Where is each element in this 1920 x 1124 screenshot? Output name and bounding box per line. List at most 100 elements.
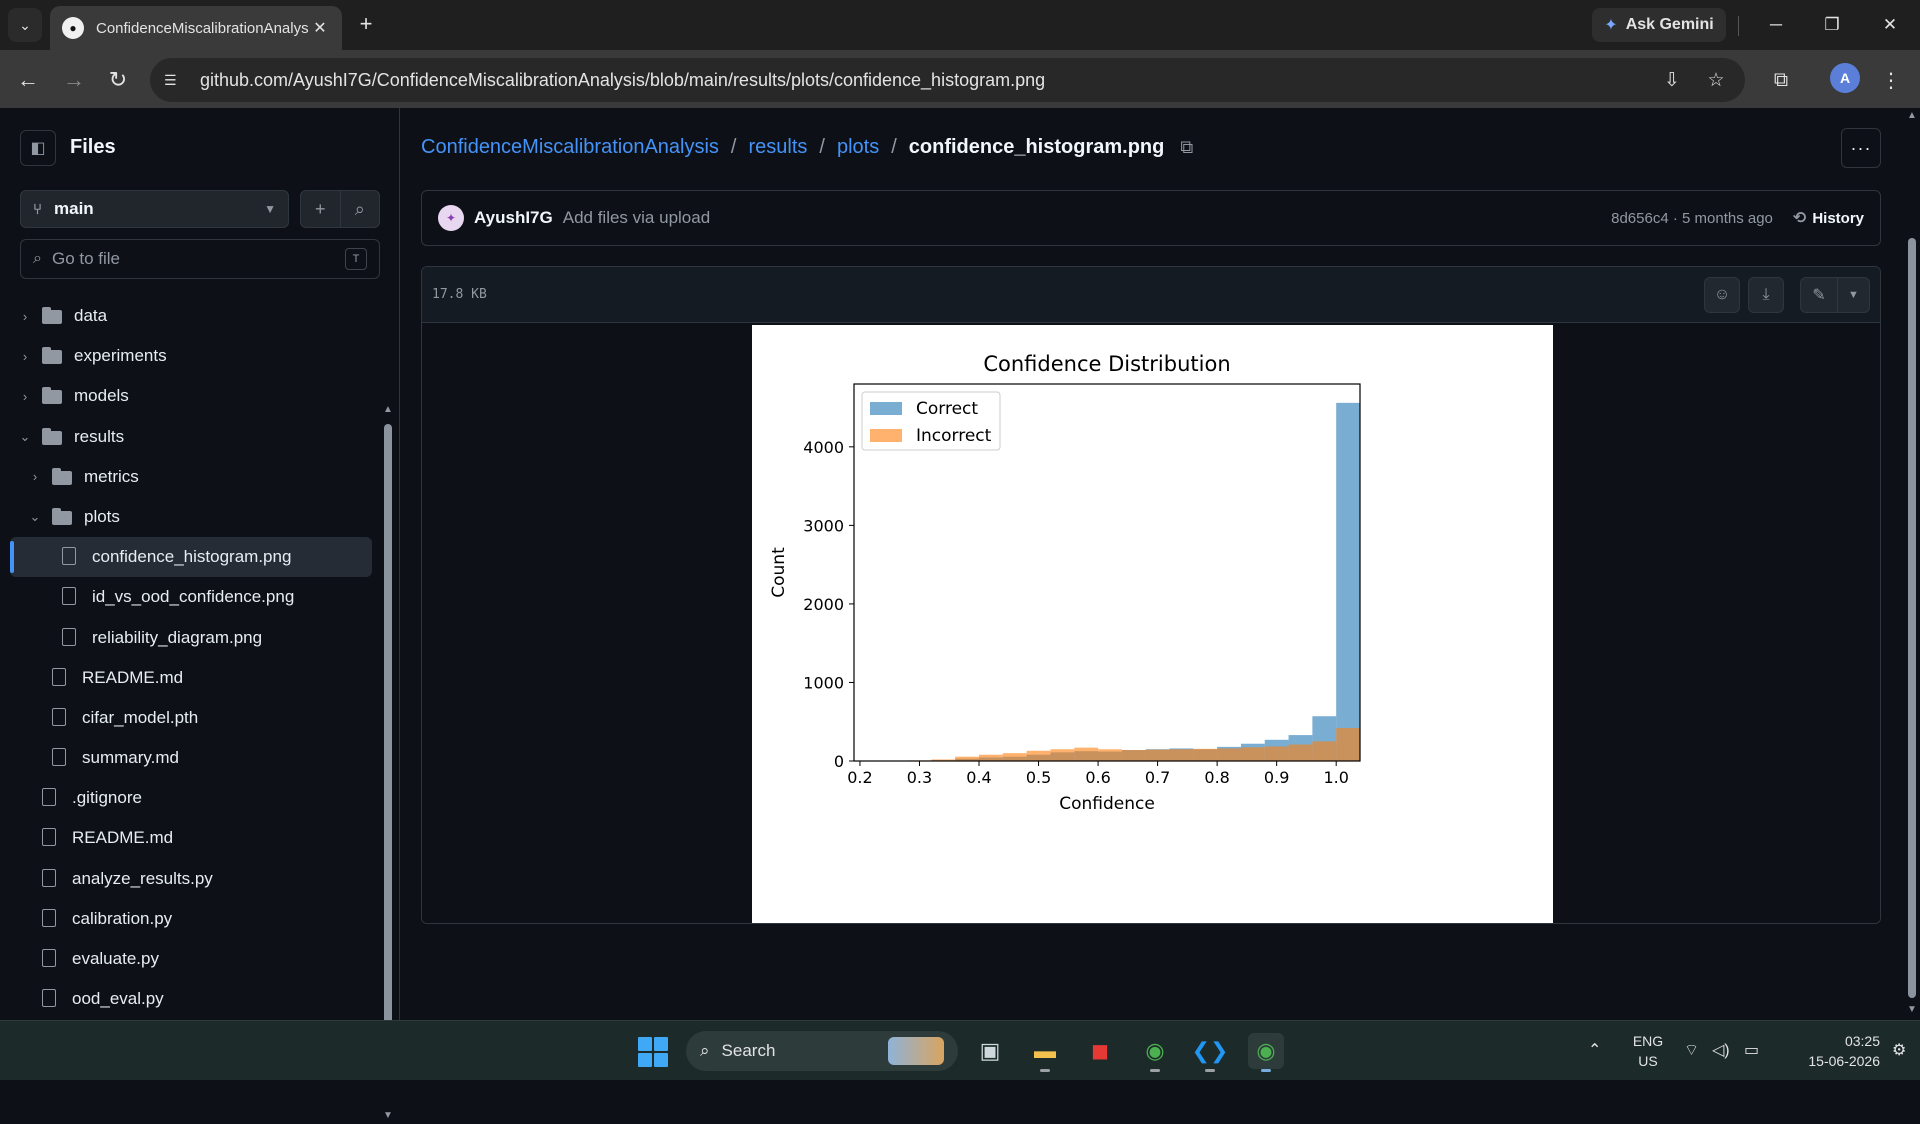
scroll-up-icon[interactable]: ▲ bbox=[1907, 110, 1917, 121]
address-bar[interactable]: ☰ github.com/AyushI7G/ConfidenceMiscalib… bbox=[150, 58, 1745, 102]
search-files-button[interactable]: ⌕ bbox=[340, 191, 380, 227]
download-button[interactable]: ⤓ bbox=[1748, 277, 1784, 313]
clock[interactable]: 03:25 15-06-2026 bbox=[1780, 1031, 1880, 1071]
chevron-up-icon[interactable]: ⌃ bbox=[1588, 1040, 1601, 1060]
tree-folder-item[interactable]: ›data bbox=[10, 296, 372, 336]
chrome-active-icon[interactable]: ◉ bbox=[1248, 1033, 1284, 1069]
copilot-button[interactable]: ☺ bbox=[1704, 277, 1740, 313]
vscode-icon[interactable]: ❮❯ bbox=[1192, 1033, 1228, 1069]
windows-start-button[interactable] bbox=[638, 1037, 668, 1067]
chevron-right-icon[interactable]: › bbox=[18, 389, 32, 404]
tree-file-item[interactable]: README.md bbox=[10, 818, 372, 858]
forward-button[interactable]: → bbox=[58, 64, 90, 96]
go-to-file-placeholder: Go to file bbox=[52, 249, 345, 269]
close-icon[interactable]: ✕ bbox=[310, 18, 330, 38]
volume-icon[interactable]: ◁) bbox=[1712, 1040, 1730, 1060]
tree-folder-item[interactable]: ›models bbox=[10, 376, 372, 416]
sidebar-toggle-button[interactable]: ◧ bbox=[20, 130, 56, 166]
commit-message[interactable]: Add files via upload bbox=[563, 208, 1611, 228]
chart-title: Confidence Distribution bbox=[983, 352, 1230, 376]
tree-folder-item[interactable]: ›experiments bbox=[10, 336, 372, 376]
copy-path-icon[interactable]: ⧉ bbox=[1180, 137, 1193, 158]
chevron-right-icon[interactable]: › bbox=[18, 309, 32, 324]
tree-file-item[interactable]: ood_eval.py bbox=[10, 979, 372, 1019]
add-file-button[interactable]: + bbox=[301, 191, 340, 227]
x-tick-label: 0.4 bbox=[966, 768, 991, 787]
tree-file-item[interactable]: analyze_results.py bbox=[10, 859, 372, 899]
task-view-icon[interactable]: ▣ bbox=[972, 1033, 1008, 1069]
browser-tab[interactable]: ● ConfidenceMiscalibrationAnalys ✕ bbox=[50, 6, 342, 50]
extensions-icon[interactable]: ⧉ bbox=[1764, 64, 1798, 96]
tree-file-item[interactable]: README.md bbox=[10, 658, 372, 698]
tree-file-item[interactable]: summary.md bbox=[10, 738, 372, 778]
legend-label: Incorrect bbox=[916, 426, 992, 446]
author-avatar[interactable]: ✦ bbox=[438, 205, 464, 231]
histogram-bar-incorrect bbox=[1217, 748, 1241, 761]
battery-icon[interactable]: ▭ bbox=[1744, 1040, 1759, 1060]
chevron-right-icon[interactable]: › bbox=[18, 349, 32, 364]
profile-avatar[interactable]: A bbox=[1830, 63, 1860, 93]
taskbar-search[interactable]: ⌕ Search bbox=[686, 1031, 958, 1071]
close-window-button[interactable]: ✕ bbox=[1872, 10, 1908, 40]
commit-meta[interactable]: 8d656c4 · 5 months ago bbox=[1611, 210, 1773, 227]
restore-button[interactable]: ❐ bbox=[1814, 10, 1850, 40]
tab-title: ConfidenceMiscalibrationAnalys bbox=[96, 20, 310, 37]
page-scrollbar[interactable]: ▲ ▼ bbox=[1904, 108, 1920, 1020]
edit-button[interactable]: ✎ bbox=[1801, 278, 1837, 312]
chrome-icon[interactable]: ◉ bbox=[1137, 1033, 1173, 1069]
tree-file-item[interactable]: id_vs_ood_confidence.png bbox=[10, 577, 372, 617]
url-text[interactable]: github.com/AyushI7G/ConfidenceMiscalibra… bbox=[200, 70, 1657, 91]
bookmark-star-icon[interactable]: ☆ bbox=[1701, 65, 1731, 95]
sidebar-scrollbar[interactable]: ▲ ▼ bbox=[380, 404, 396, 1124]
wifi-icon[interactable]: ⌔ bbox=[1684, 1040, 1699, 1060]
scroll-down-icon[interactable]: ▼ bbox=[383, 1110, 393, 1121]
tree-item-label: .gitignore bbox=[72, 788, 142, 808]
histogram-bar-incorrect bbox=[1074, 748, 1098, 761]
page-scrollbar-thumb[interactable] bbox=[1908, 238, 1916, 998]
install-app-icon[interactable]: ⇩ bbox=[1657, 65, 1687, 95]
tree-file-item[interactable]: evaluate.py bbox=[10, 939, 372, 979]
site-info-icon[interactable]: ☰ bbox=[164, 72, 188, 89]
tree-folder-item[interactable]: ⌄results bbox=[10, 417, 372, 457]
tree-file-item[interactable]: cifar_model.pth bbox=[10, 698, 372, 738]
x-tick-label: 0.5 bbox=[1026, 768, 1051, 787]
go-to-file-input[interactable]: ⌕ Go to file T bbox=[20, 239, 380, 279]
tree-file-item[interactable]: calibration.py bbox=[10, 899, 372, 939]
branch-selector[interactable]: ⑂ main ▼ bbox=[20, 190, 289, 228]
minimize-button[interactable]: ─ bbox=[1758, 10, 1794, 40]
back-button[interactable]: ← bbox=[12, 64, 44, 96]
breadcrumb-plots-link[interactable]: plots bbox=[837, 136, 879, 159]
history-button[interactable]: ⟲ History bbox=[1793, 208, 1864, 228]
tab-search-button[interactable]: ⌄ bbox=[8, 8, 42, 42]
breadcrumb-results-link[interactable]: results bbox=[748, 136, 807, 159]
chevron-right-icon[interactable]: › bbox=[28, 469, 42, 484]
chevron-down-icon[interactable]: ⌄ bbox=[18, 429, 32, 445]
more-options-button[interactable]: ··· bbox=[1841, 128, 1881, 168]
divider bbox=[1738, 16, 1739, 36]
scrollbar-thumb[interactable] bbox=[384, 424, 392, 1034]
notifications-icon[interactable]: ⚙ bbox=[1892, 1040, 1906, 1060]
tree-file-item[interactable]: reliability_diagram.png bbox=[10, 618, 372, 658]
histogram-bar-incorrect bbox=[1122, 750, 1146, 761]
tree-folder-item[interactable]: ›metrics bbox=[10, 457, 372, 497]
tree-folder-item[interactable]: ⌄plots bbox=[10, 497, 372, 537]
tree-item-label: id_vs_ood_confidence.png bbox=[92, 587, 294, 607]
breadcrumb-repo-link[interactable]: ConfidenceMiscalibrationAnalysis bbox=[421, 136, 719, 159]
browser-menu-icon[interactable]: ⋮ bbox=[1874, 64, 1908, 96]
ask-gemini-button[interactable]: ✦ Ask Gemini bbox=[1592, 8, 1726, 42]
language-indicator[interactable]: ENG US bbox=[1628, 1031, 1668, 1071]
app-red-icon[interactable]: ◼ bbox=[1082, 1033, 1118, 1069]
scroll-up-icon[interactable]: ▲ bbox=[383, 404, 393, 415]
search-highlight-image bbox=[888, 1037, 944, 1065]
tree-file-item[interactable]: confidence_histogram.png bbox=[10, 537, 372, 577]
edit-options-button[interactable]: ▼ bbox=[1837, 278, 1869, 312]
histogram-image: 0.20.30.40.50.60.70.80.91.00100020003000… bbox=[752, 325, 1553, 923]
new-tab-button[interactable]: + bbox=[352, 10, 380, 38]
commit-author[interactable]: AyushI7G bbox=[474, 208, 553, 228]
chevron-down-icon[interactable]: ⌄ bbox=[28, 509, 42, 525]
file-explorer-icon[interactable]: ▬ bbox=[1027, 1033, 1063, 1069]
reload-button[interactable]: ↻ bbox=[102, 64, 134, 96]
clock-time: 03:25 bbox=[1780, 1031, 1880, 1051]
scroll-down-icon[interactable]: ▼ bbox=[1907, 1004, 1917, 1015]
tree-file-item[interactable]: .gitignore bbox=[10, 778, 372, 818]
